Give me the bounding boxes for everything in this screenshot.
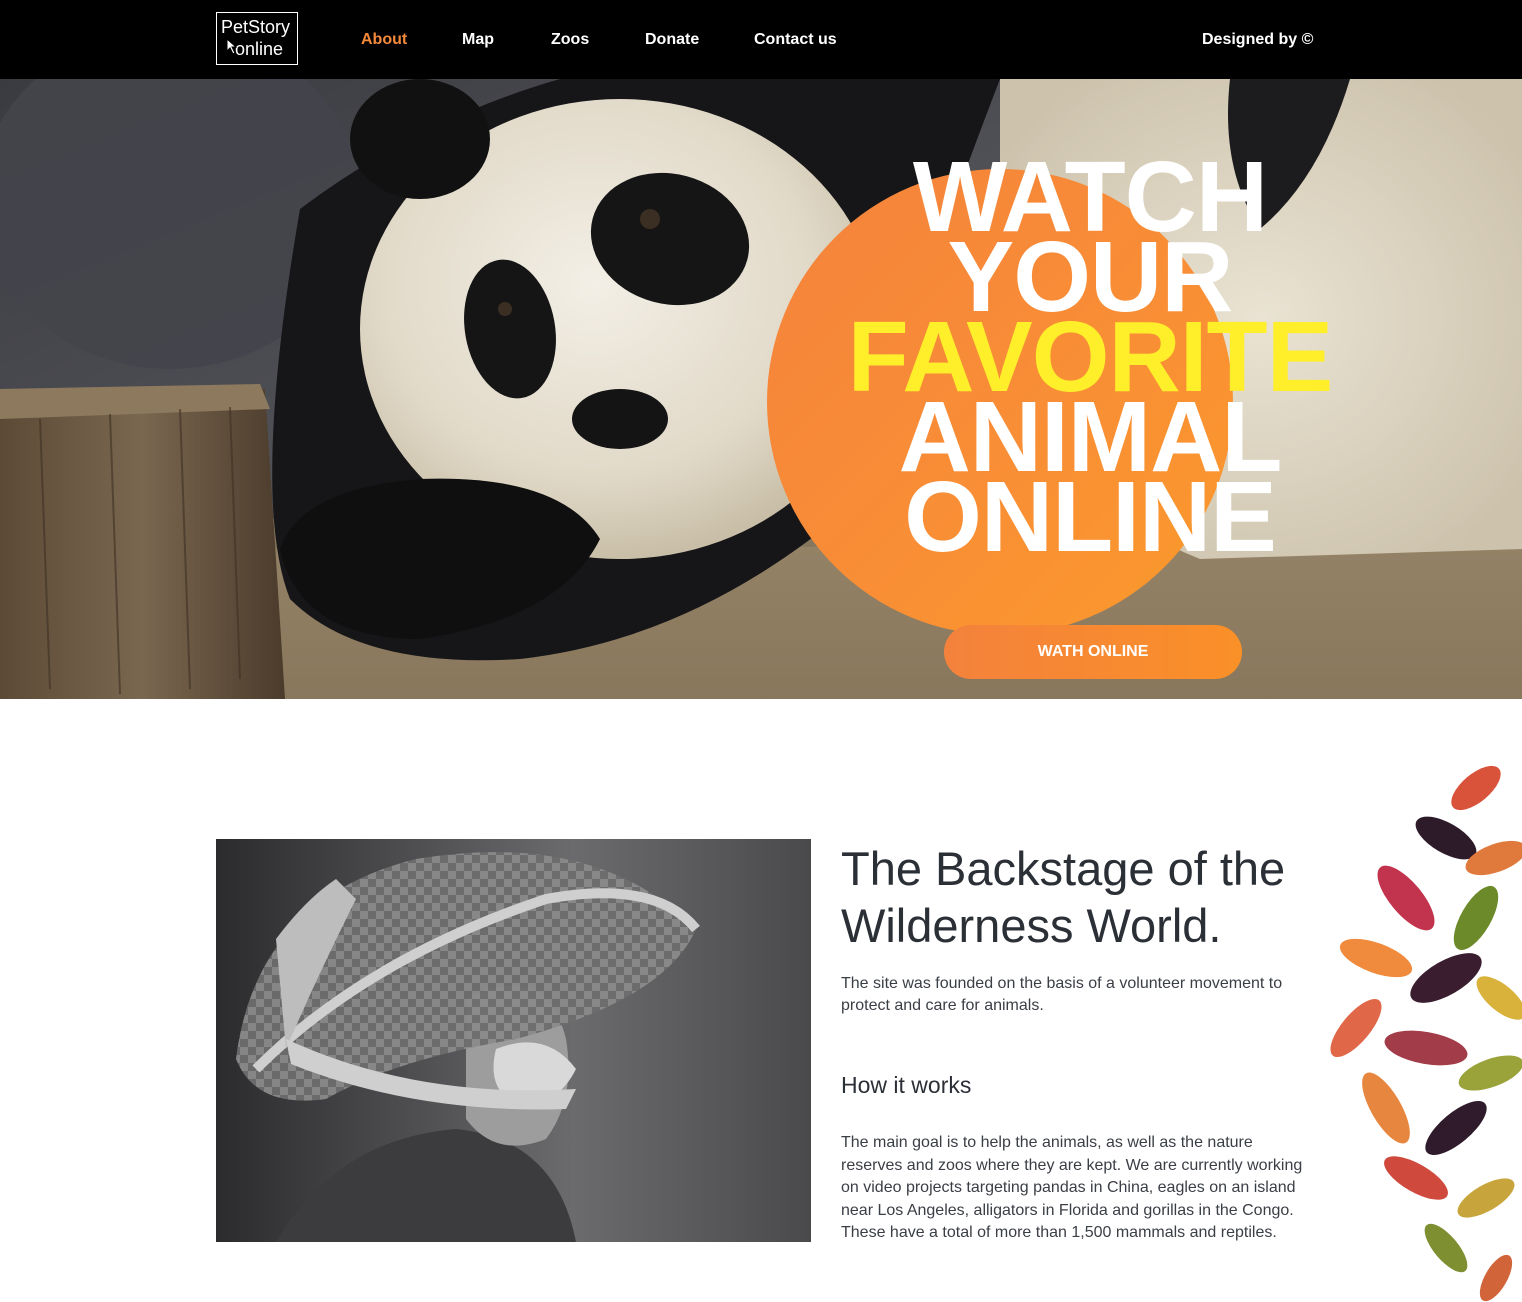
top-navigation-bar: PetStory online About Map Zoos Donate Co… <box>0 0 1522 79</box>
portrait-photo <box>216 839 811 1242</box>
nav-map[interactable]: Map <box>462 30 494 50</box>
nav-donate[interactable]: Donate <box>645 30 699 50</box>
how-it-works-title: How it works <box>841 1072 972 1098</box>
about-intro: The site was founded on the basis of a v… <box>841 975 1283 1014</box>
logo-line-1: PetStory <box>221 17 291 37</box>
hero-headline: WATCH YOUR FAVORITE ANIMAL ONLINE <box>820 147 1360 567</box>
nav-about[interactable]: About <box>361 30 407 50</box>
hero-banner: WATCH YOUR FAVORITE ANIMAL ONLINE WATH O… <box>0 79 1522 699</box>
old-man-in-straw-hat-image <box>216 839 811 1242</box>
colorful-leaves-decoration <box>1330 765 1522 1302</box>
nav-zoos[interactable]: Zoos <box>551 30 589 50</box>
designer-credit: Designed by © <box>1202 31 1314 48</box>
about-title: The Backstage of the Wilderness World. <box>841 842 1286 952</box>
nav-contact-us[interactable]: Contact us <box>754 30 837 50</box>
watch-online-button[interactable]: WATH ONLINE <box>944 625 1242 679</box>
how-it-works-text: The main goal is to help the animals, as… <box>841 1134 1303 1241</box>
mouse-cursor-icon <box>226 38 238 55</box>
site-logo[interactable]: PetStory online <box>216 12 298 65</box>
